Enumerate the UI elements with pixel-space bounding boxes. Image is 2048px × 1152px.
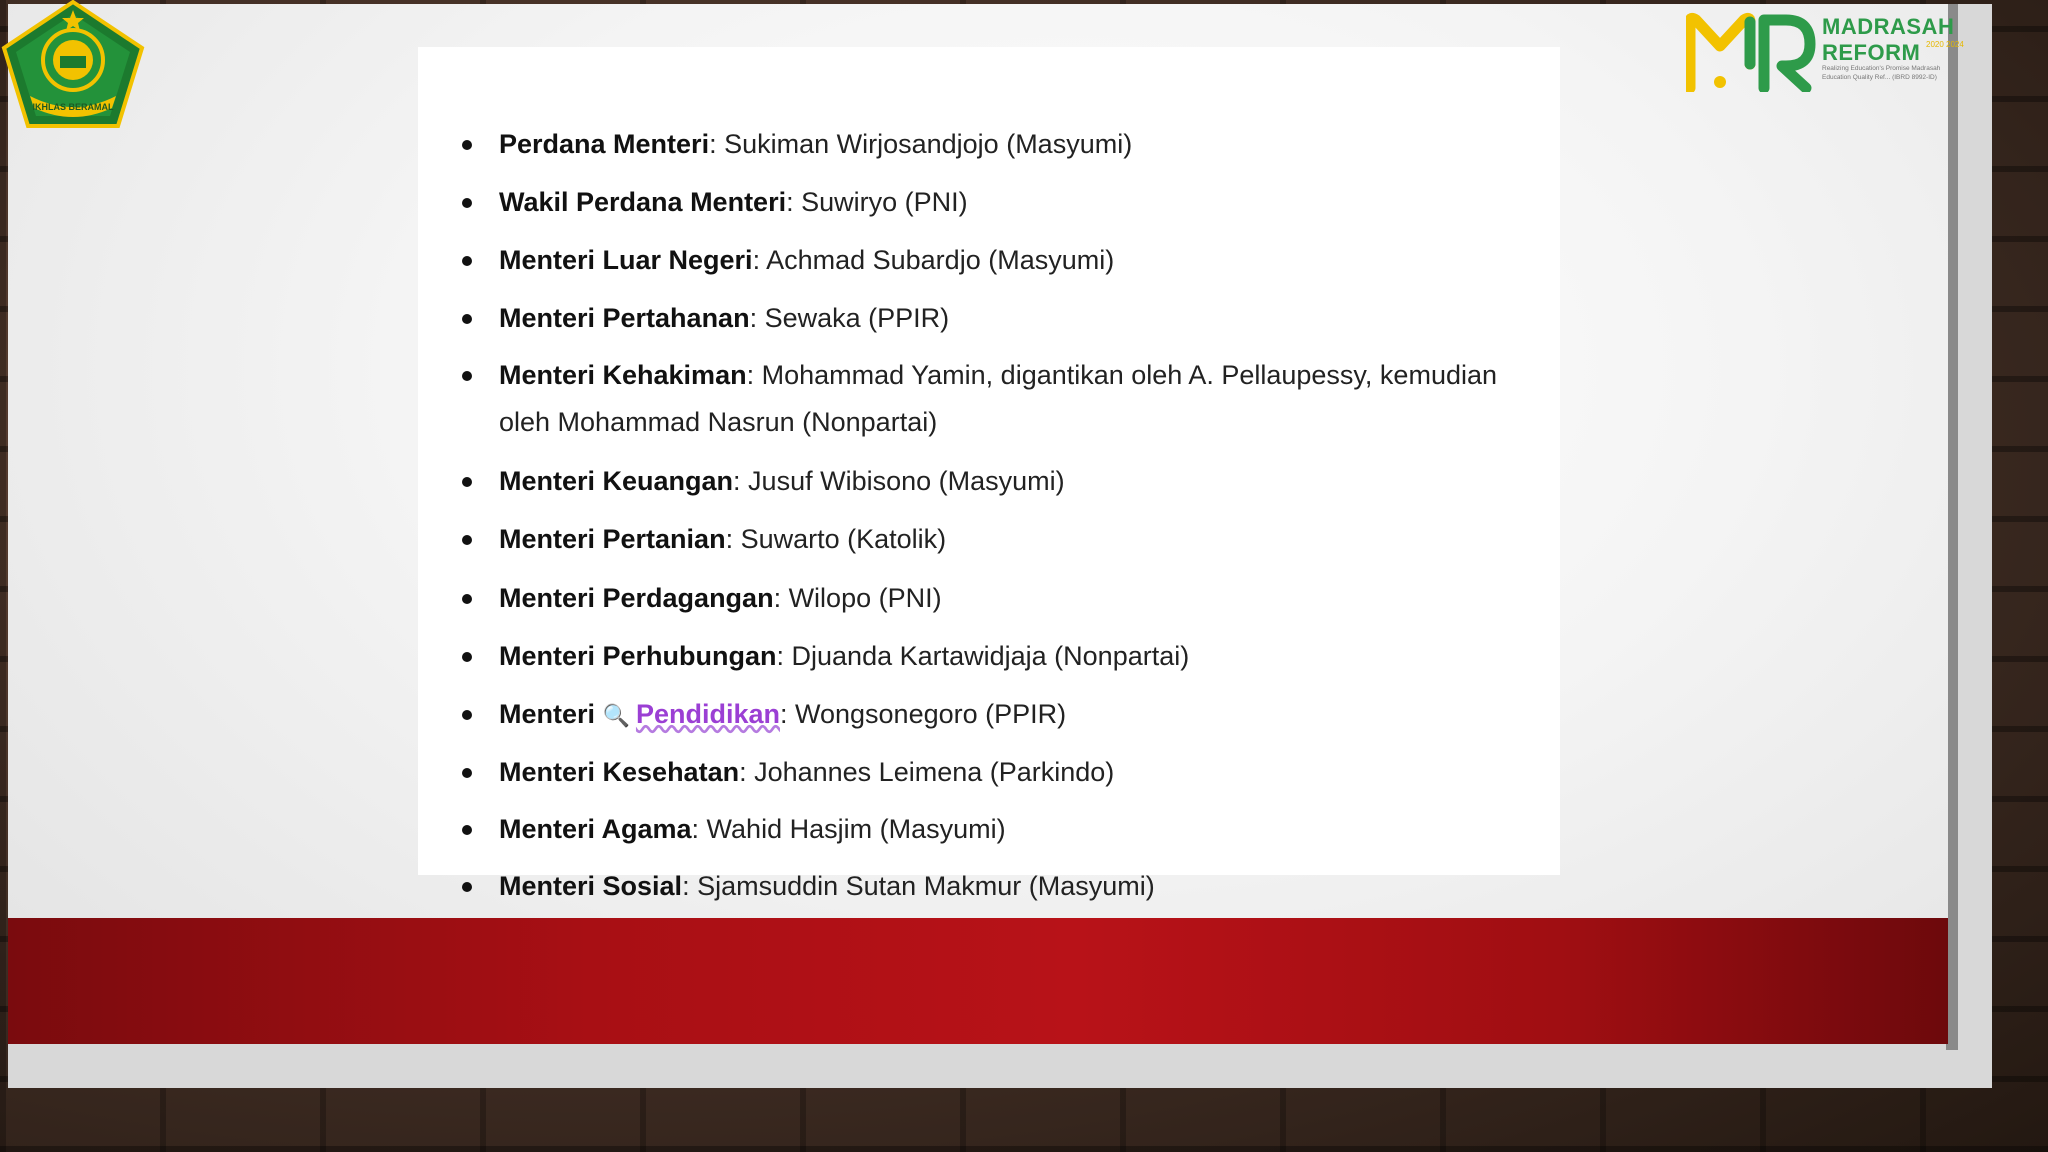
minister-detail: : Johannes Leimena (Parkindo) [739, 757, 1115, 787]
red-footer-band [8, 918, 1948, 1044]
bullet [462, 652, 472, 662]
mr-title-line1: MADRASAH [1822, 14, 1955, 39]
minister-title: Wakil Perdana Menteri [499, 187, 787, 217]
bullet [462, 710, 472, 720]
bullet [462, 882, 472, 892]
bullet [462, 198, 472, 208]
minister-detail: : Sukiman Wirjosandjojo (Masyumi) [709, 129, 1133, 159]
mr-years: 2020 2024 [1926, 40, 1964, 49]
bullet [462, 768, 472, 778]
bullet [462, 371, 472, 381]
minister-title: Menteri Kesehatan [499, 757, 740, 787]
minister-title: Menteri Perdagangan [499, 583, 774, 613]
bullet [462, 140, 472, 150]
minister-list-card: Perdana Menteri: Sukiman Wirjosandjojo (… [418, 47, 1560, 901]
minister-detail: : Wahid Hasjim (Masyumi) [691, 814, 1006, 844]
minister-title: Menteri [499, 699, 596, 729]
kemenag-emblem-icon: IKHLAS BERAMAL [0, 0, 146, 128]
minister-title: Menteri Pertanian [499, 524, 726, 554]
minister-detail: : Wongsonegoro (PPIR) [779, 699, 1067, 729]
minister-title: Menteri Agama [499, 814, 692, 844]
search-link-pendidikan[interactable]: Pendidikan [636, 699, 780, 729]
minister-detail: : Suwiryo (PNI) [786, 187, 968, 217]
minister-title: Perdana Menteri [499, 129, 710, 159]
minister-detail: : Wilopo (PNI) [773, 583, 942, 613]
minister-title: Menteri Sosial [499, 871, 683, 901]
bullet [462, 535, 472, 545]
search-icon[interactable]: 🔍 [603, 703, 630, 728]
minister-title: Menteri Perhubungan [499, 641, 777, 671]
minister-detail: : Sewaka (PPIR) [749, 303, 950, 333]
bullet [462, 477, 472, 487]
emblem-banner-text: IKHLAS BERAMAL [33, 102, 114, 112]
bullet [462, 314, 472, 324]
minister-title: Menteri Kehakiman [499, 360, 747, 390]
minister-detail: : Jusuf Wibisono (Masyumi) [733, 466, 1065, 496]
bullet [462, 594, 472, 604]
minister-detail: : Djuanda Kartawidjaja (Nonpartai) [776, 641, 1190, 671]
minister-title: Menteri Pertahanan [499, 303, 750, 333]
bullet [462, 825, 472, 835]
madrasah-reform-logo: MADRASAH REFORM 2020 2024 Realizing Educ… [1684, 12, 1966, 102]
bullet [462, 256, 472, 266]
minister-detail: : Achmad Subardjo (Masyumi) [752, 245, 1115, 275]
mr-subtitle: Realizing Education's Promise Madrasah E… [1822, 65, 1941, 81]
mr-logo-icon [1684, 12, 1816, 94]
slide: Perdana Menteri: Sukiman Wirjosandjojo (… [8, 4, 1948, 1044]
minister-title: Menteri Luar Negeri [499, 245, 753, 275]
minister-detail: : Sjamsuddin Sutan Makmur (Masyumi) [682, 871, 1155, 901]
minister-title: Menteri Keuangan [499, 466, 734, 496]
minister-detail: : Suwarto (Katolik) [725, 524, 947, 554]
